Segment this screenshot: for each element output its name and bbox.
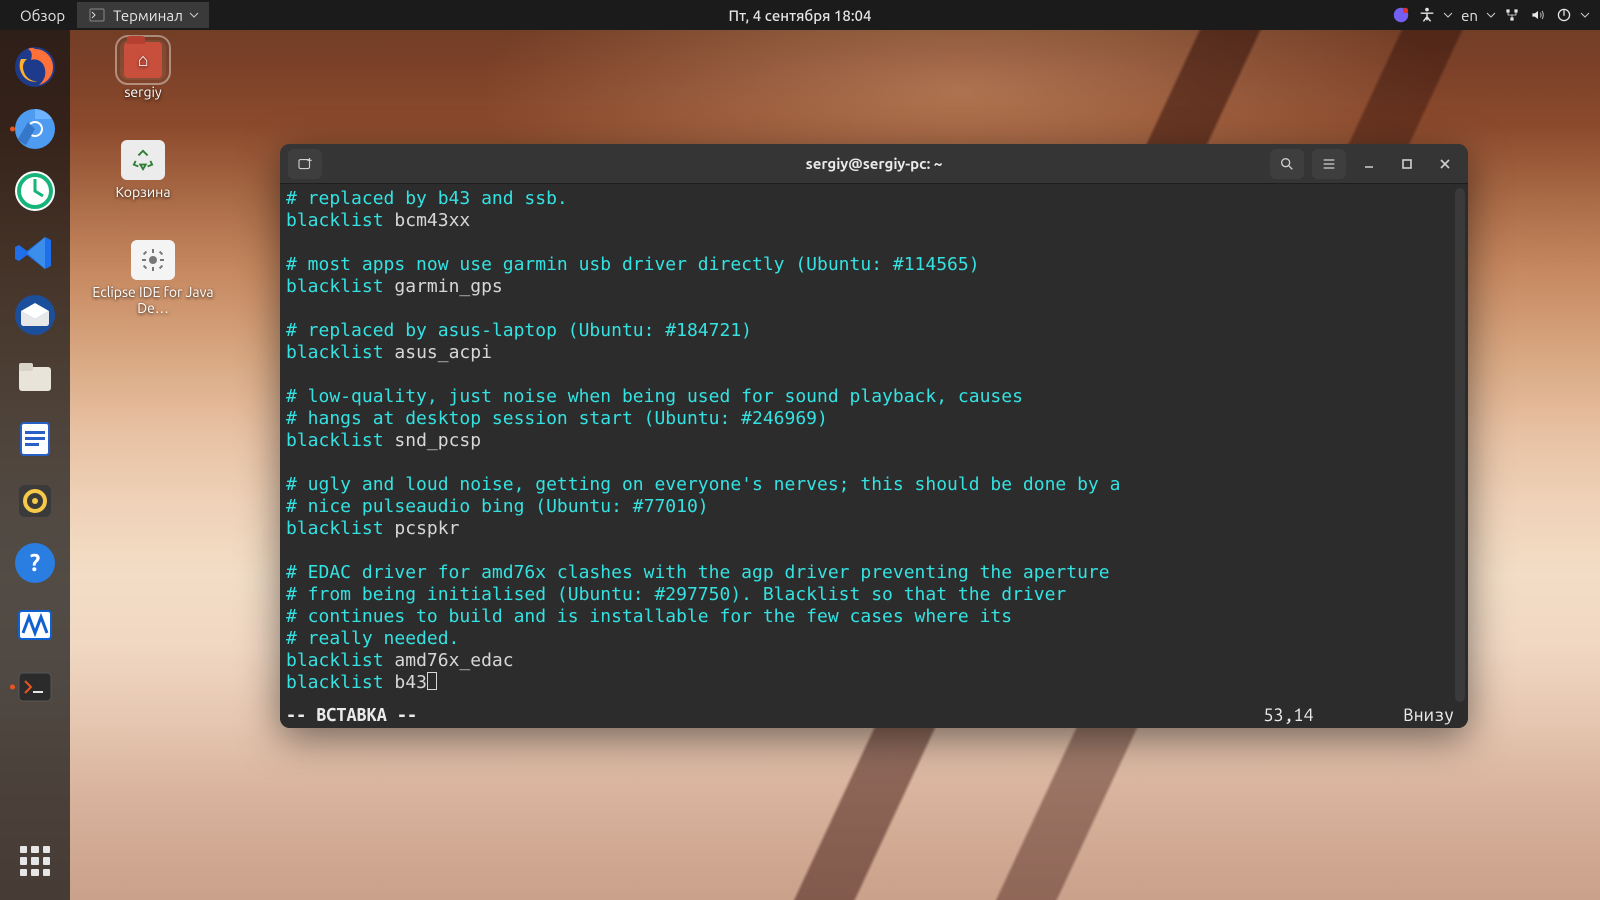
svg-text:?: ?: [30, 549, 41, 576]
minimize-button[interactable]: [1354, 149, 1384, 179]
terminal-titlebar[interactable]: sergiy@sergiy-pc: ~: [280, 144, 1468, 184]
desktop-icon-eclipse[interactable]: Eclipse IDE for Java De…: [88, 240, 218, 316]
clock[interactable]: Пт, 4 сентября 18:04: [729, 7, 872, 24]
dock: ?: [0, 30, 70, 900]
terminal-app-icon: [87, 5, 107, 25]
dock-help[interactable]: ?: [8, 536, 62, 590]
vim-mode: -- ВСТАВКА --: [286, 704, 417, 726]
apps-grid-icon: [20, 846, 50, 876]
dock-chromium[interactable]: [8, 102, 62, 156]
network-icon[interactable]: [1502, 5, 1522, 25]
dock-thunderbird[interactable]: [8, 288, 62, 342]
desktop-icon-label: Eclipse IDE for Java De…: [88, 284, 218, 316]
window-title: sergiy@sergiy-pc: ~: [806, 155, 943, 172]
search-button[interactable]: [1270, 149, 1304, 179]
keyboard-layout-indicator[interactable]: en: [1459, 7, 1480, 24]
chevron-down-icon: [1580, 10, 1590, 20]
activities-label: Обзор: [20, 7, 65, 24]
clock-label: Пт, 4 сентября 18:04: [729, 7, 872, 24]
terminal-window: sergiy@sergiy-pc: ~ # replaced by b43 an…: [280, 144, 1468, 728]
volume-icon[interactable]: [1528, 5, 1548, 25]
desktop-icon-trash[interactable]: Корзина: [88, 140, 198, 200]
show-applications-button[interactable]: [8, 834, 62, 888]
recycle-icon: [132, 149, 154, 171]
terminal-content: # replaced by b43 and ssb.blacklist bcm4…: [286, 188, 1462, 694]
app-menu-label: Терминал: [113, 7, 183, 24]
gear-icon: [141, 248, 165, 272]
activities-button[interactable]: Обзор: [10, 4, 75, 27]
viber-tray-icon[interactable]: [1391, 5, 1411, 25]
desktop-icon-label: sergiy: [88, 84, 198, 100]
dock-rhythmbox[interactable]: [8, 474, 62, 528]
maximize-button[interactable]: [1392, 149, 1422, 179]
vim-position: 53,14: [1263, 704, 1403, 726]
top-bar: Обзор Терминал Пт, 4 сентября 18:04 en: [0, 0, 1600, 30]
hamburger-menu-button[interactable]: [1312, 149, 1346, 179]
home-icon: ⌂: [124, 42, 162, 78]
terminal-body[interactable]: # replaced by b43 and ssb.blacklist bcm4…: [280, 184, 1468, 728]
power-icon[interactable]: [1554, 5, 1574, 25]
chevron-down-icon: [189, 10, 199, 20]
keyboard-layout-label: en: [1461, 7, 1478, 24]
new-tab-button[interactable]: [288, 149, 322, 179]
search-icon: [1279, 156, 1295, 172]
scrollbar[interactable]: [1455, 188, 1465, 702]
dock-vscode[interactable]: [8, 226, 62, 280]
vim-status-line: -- ВСТАВКА -- 53,14 Внизу: [286, 704, 1454, 726]
menu-icon: [1321, 156, 1337, 172]
close-button[interactable]: [1430, 149, 1460, 179]
dock-libreoffice-writer[interactable]: [8, 412, 62, 466]
dock-firefox[interactable]: [8, 40, 62, 94]
dock-anydesk[interactable]: [8, 164, 62, 218]
vim-location: Внизу: [1404, 704, 1454, 726]
accessibility-icon[interactable]: [1417, 5, 1437, 25]
chevron-down-icon: [1486, 10, 1496, 20]
dock-virtualbox[interactable]: [8, 598, 62, 652]
desktop-icon-home[interactable]: ⌂ sergiy: [88, 40, 198, 100]
dock-files[interactable]: [8, 350, 62, 404]
desktop-icon-label: Корзина: [88, 184, 198, 200]
chevron-down-icon: [1443, 10, 1453, 20]
dock-terminal[interactable]: [8, 660, 62, 714]
app-menu-button[interactable]: Терминал: [77, 2, 209, 28]
